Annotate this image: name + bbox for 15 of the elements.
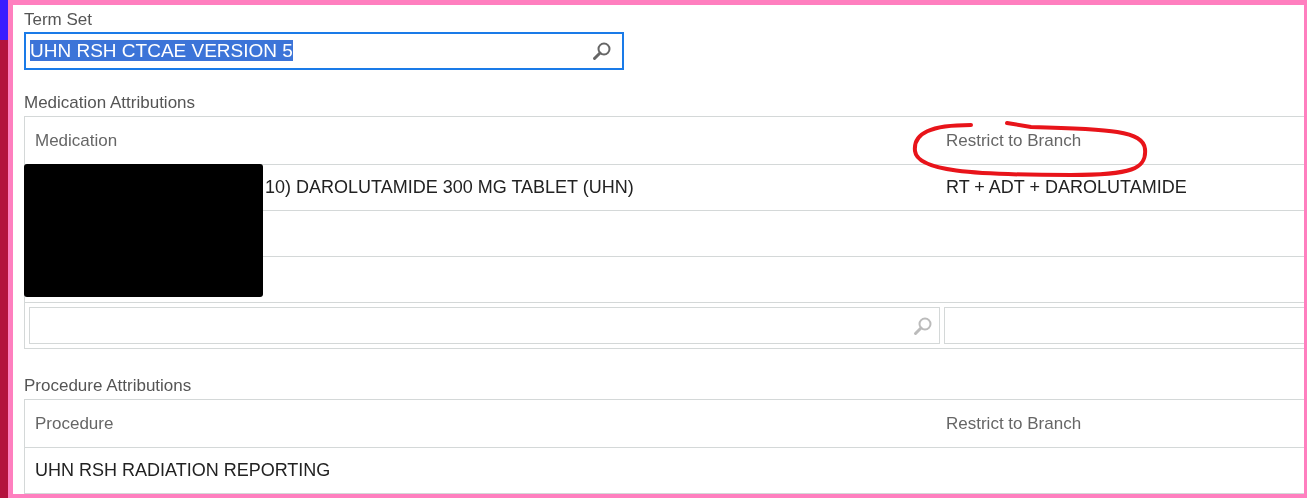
column-header[interactable]: Medication — [25, 130, 118, 151]
table-cell-text: 10) DAROLUTAMIDE 300 MG TABLET (UHN) — [264, 177, 634, 197]
table-cell-text: UHN RSH RADIATION REPORTING — [34, 460, 331, 480]
filter-field[interactable] — [29, 307, 940, 344]
search-icon[interactable] — [592, 41, 612, 61]
filter-field[interactable] — [944, 307, 1304, 344]
column-header[interactable]: Procedure — [25, 413, 114, 434]
table-cell-text: RT + ADT + DAROLUTAMIDE — [945, 177, 1187, 197]
field-value: UHN RSH CTCAE VERSION 5 — [30, 40, 293, 61]
section-title: Medication Attributions — [24, 93, 196, 113]
field-label: Term Set — [24, 10, 93, 30]
term-set-field[interactable]: UHN RSH CTCAE VERSION 5 — [24, 32, 624, 70]
column-header[interactable]: Restrict to Branch — [936, 413, 1082, 434]
column-header[interactable]: Restrict to Branch — [936, 130, 1082, 151]
section-title: Procedure Attributions — [24, 376, 192, 396]
